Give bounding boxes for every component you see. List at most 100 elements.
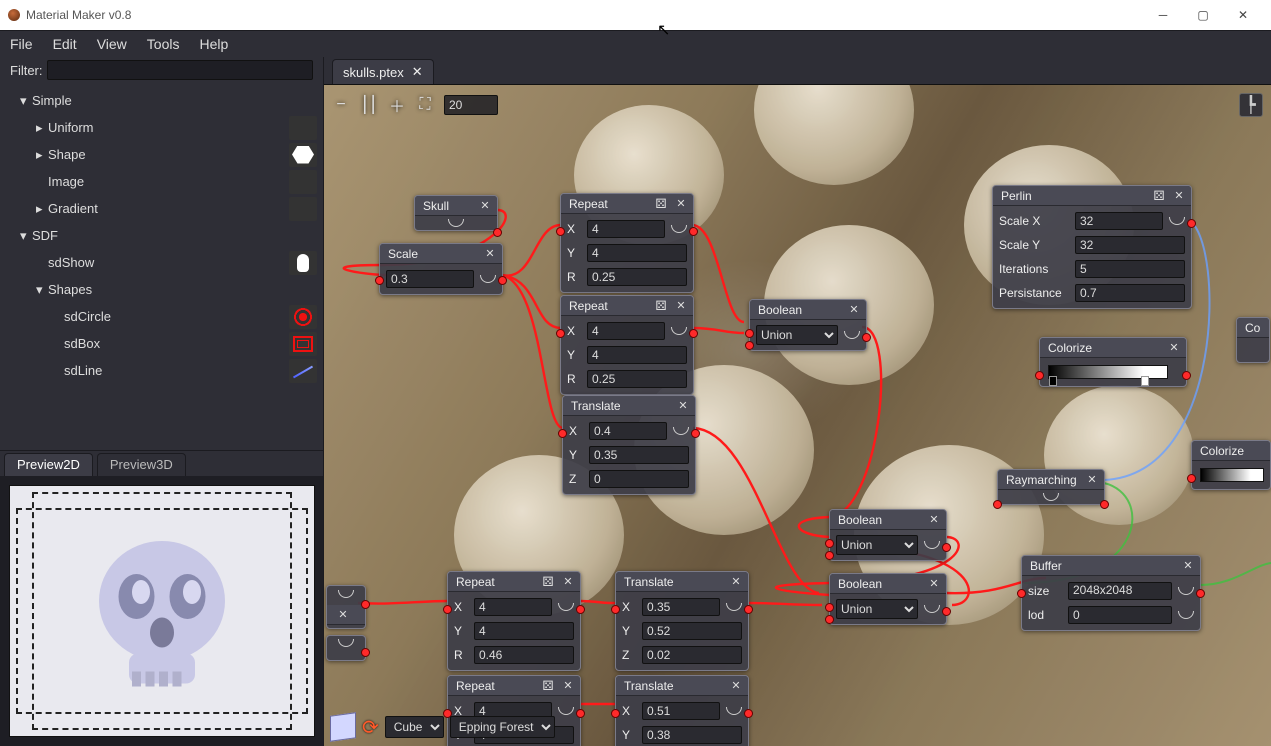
node-repeat-1[interactable]: Repeat X Y R	[560, 193, 694, 293]
minimize-button[interactable]: ─	[1143, 0, 1183, 30]
toolbar-icon-1[interactable]: ⎮⎮	[360, 95, 378, 115]
maximize-button[interactable]: ▢	[1183, 0, 1223, 30]
node-close-icon[interactable]	[673, 298, 689, 314]
buffer-size[interactable]: 2048x2048	[1068, 582, 1172, 600]
node-raymarching[interactable]: Raymarching	[997, 469, 1105, 505]
node-close-icon[interactable]	[560, 574, 576, 590]
node-close-icon[interactable]	[477, 198, 493, 214]
library-item[interactable]: ▸ Shape	[10, 141, 317, 168]
node-close-icon[interactable]	[1084, 472, 1100, 488]
node-colorize-2[interactable]: Colorize	[1191, 440, 1271, 490]
node-close-icon[interactable]	[1171, 188, 1187, 204]
tab-preview2d[interactable]: Preview2D	[4, 453, 93, 476]
boolean1-op[interactable]: Union	[756, 325, 838, 345]
gradient-editor[interactable]	[1200, 468, 1264, 482]
node-close-icon[interactable]	[673, 196, 689, 212]
node-translate-1[interactable]: Translate X Y Z	[562, 395, 696, 495]
repeat2-y[interactable]	[587, 346, 687, 364]
library-item[interactable]: sdBox	[10, 330, 317, 357]
repeat1-x[interactable]	[587, 220, 665, 238]
repeat1-y[interactable]	[587, 244, 687, 262]
scale-value-input[interactable]	[386, 270, 474, 288]
boolean2-op[interactable]: Union	[836, 535, 918, 555]
translate2-y[interactable]	[642, 622, 742, 640]
library-item[interactable]: ▾ Shapes	[10, 276, 317, 303]
node-repeat-2[interactable]: Repeat X Y R	[560, 295, 694, 395]
repeat3-r[interactable]	[474, 646, 574, 664]
dice-icon[interactable]	[540, 574, 556, 590]
library-item[interactable]: ▾ Simple	[10, 87, 317, 114]
repeat3-x[interactable]	[474, 598, 552, 616]
environment-select[interactable]: Epping Forest	[450, 716, 555, 738]
node-close-icon[interactable]	[560, 678, 576, 694]
rotate-icon[interactable]: ⟳	[362, 715, 379, 740]
menu-file[interactable]: File	[10, 36, 33, 52]
repeat2-r[interactable]	[587, 370, 687, 388]
node-collapse-icon[interactable]	[448, 219, 464, 227]
library-item[interactable]: ▾ SDF	[10, 222, 317, 249]
dice-icon[interactable]	[540, 678, 556, 694]
library-item[interactable]: Image	[10, 168, 317, 195]
node-offscreen-1[interactable]	[326, 585, 366, 629]
preview-shape-select[interactable]: Cube	[385, 716, 444, 738]
node-close-icon[interactable]	[846, 302, 862, 318]
node-perlin[interactable]: Perlin Scale X Scale Y Iterations Persis…	[992, 185, 1192, 309]
translate1-z[interactable]	[589, 470, 689, 488]
document-tab[interactable]: skulls.ptex ✕	[332, 59, 434, 84]
node-offscreen-2[interactable]	[326, 635, 366, 661]
buffer-lod[interactable]	[1068, 606, 1172, 624]
node-colorize-partial[interactable]: Co	[1236, 317, 1270, 363]
node-close-icon[interactable]	[675, 398, 691, 414]
menu-help[interactable]: Help	[199, 36, 228, 52]
node-boolean-3[interactable]: Boolean Union	[829, 573, 947, 625]
menu-view[interactable]: View	[97, 36, 127, 52]
translate1-y[interactable]	[589, 446, 689, 464]
node-boolean-2[interactable]: Boolean Union	[829, 509, 947, 561]
perlin-scaley[interactable]	[1075, 236, 1185, 254]
node-graph[interactable]: − ⎮⎮ ＋ ⛶ ┡	[324, 85, 1271, 746]
repeat2-x[interactable]	[587, 322, 665, 340]
node-close-icon[interactable]	[1180, 558, 1196, 574]
dice-icon[interactable]	[653, 298, 669, 314]
node-close-icon[interactable]	[482, 246, 498, 262]
library-item[interactable]: ▸ Gradient	[10, 195, 317, 222]
hierarchy-icon[interactable]: ┡	[1239, 93, 1263, 117]
snap-icon[interactable]: ⛶	[416, 96, 434, 114]
repeat3-y[interactable]	[474, 622, 574, 640]
gradient-editor[interactable]	[1048, 365, 1168, 379]
node-translate-2[interactable]: Translate X Y Z	[615, 571, 749, 671]
zoom-value-input[interactable]	[444, 95, 498, 115]
dice-icon[interactable]	[653, 196, 669, 212]
menu-edit[interactable]: Edit	[53, 36, 77, 52]
dice-icon[interactable]	[1151, 188, 1167, 204]
node-close-icon[interactable]	[926, 512, 942, 528]
node-close-icon[interactable]	[728, 678, 744, 694]
translate1-x[interactable]	[589, 422, 667, 440]
menu-tools[interactable]: Tools	[147, 36, 180, 52]
zoom-out-icon[interactable]: −	[332, 96, 350, 114]
library-item[interactable]: sdShow	[10, 249, 317, 276]
zoom-in-icon[interactable]: ＋	[388, 93, 406, 117]
library-item[interactable]: sdLine	[10, 357, 317, 384]
translate2-x[interactable]	[642, 598, 720, 616]
node-colorize-1[interactable]: Colorize	[1039, 337, 1187, 387]
boolean3-op[interactable]: Union	[836, 599, 918, 619]
perlin-scalex[interactable]	[1075, 212, 1163, 230]
document-tab-close-icon[interactable]: ✕	[412, 64, 423, 80]
repeat1-r[interactable]	[587, 268, 687, 286]
node-close-icon[interactable]	[335, 607, 351, 623]
node-close-icon[interactable]	[728, 574, 744, 590]
preview-2d-view[interactable]	[9, 485, 315, 737]
close-window-button[interactable]: ✕	[1223, 0, 1263, 30]
node-boolean-1[interactable]: Boolean Union	[749, 299, 867, 351]
tab-preview3d[interactable]: Preview3D	[97, 453, 186, 476]
filter-input[interactable]	[47, 60, 314, 80]
node-skull[interactable]: Skull	[414, 195, 498, 231]
node-close-icon[interactable]	[1166, 340, 1182, 356]
node-buffer[interactable]: Buffer size2048x2048 lod	[1021, 555, 1201, 631]
perlin-pers[interactable]	[1075, 284, 1185, 302]
node-scale[interactable]: Scale	[379, 243, 503, 295]
library-item[interactable]: ▸ Uniform	[10, 114, 317, 141]
node-close-icon[interactable]	[926, 576, 942, 592]
preview-cube-icon[interactable]	[330, 712, 356, 742]
